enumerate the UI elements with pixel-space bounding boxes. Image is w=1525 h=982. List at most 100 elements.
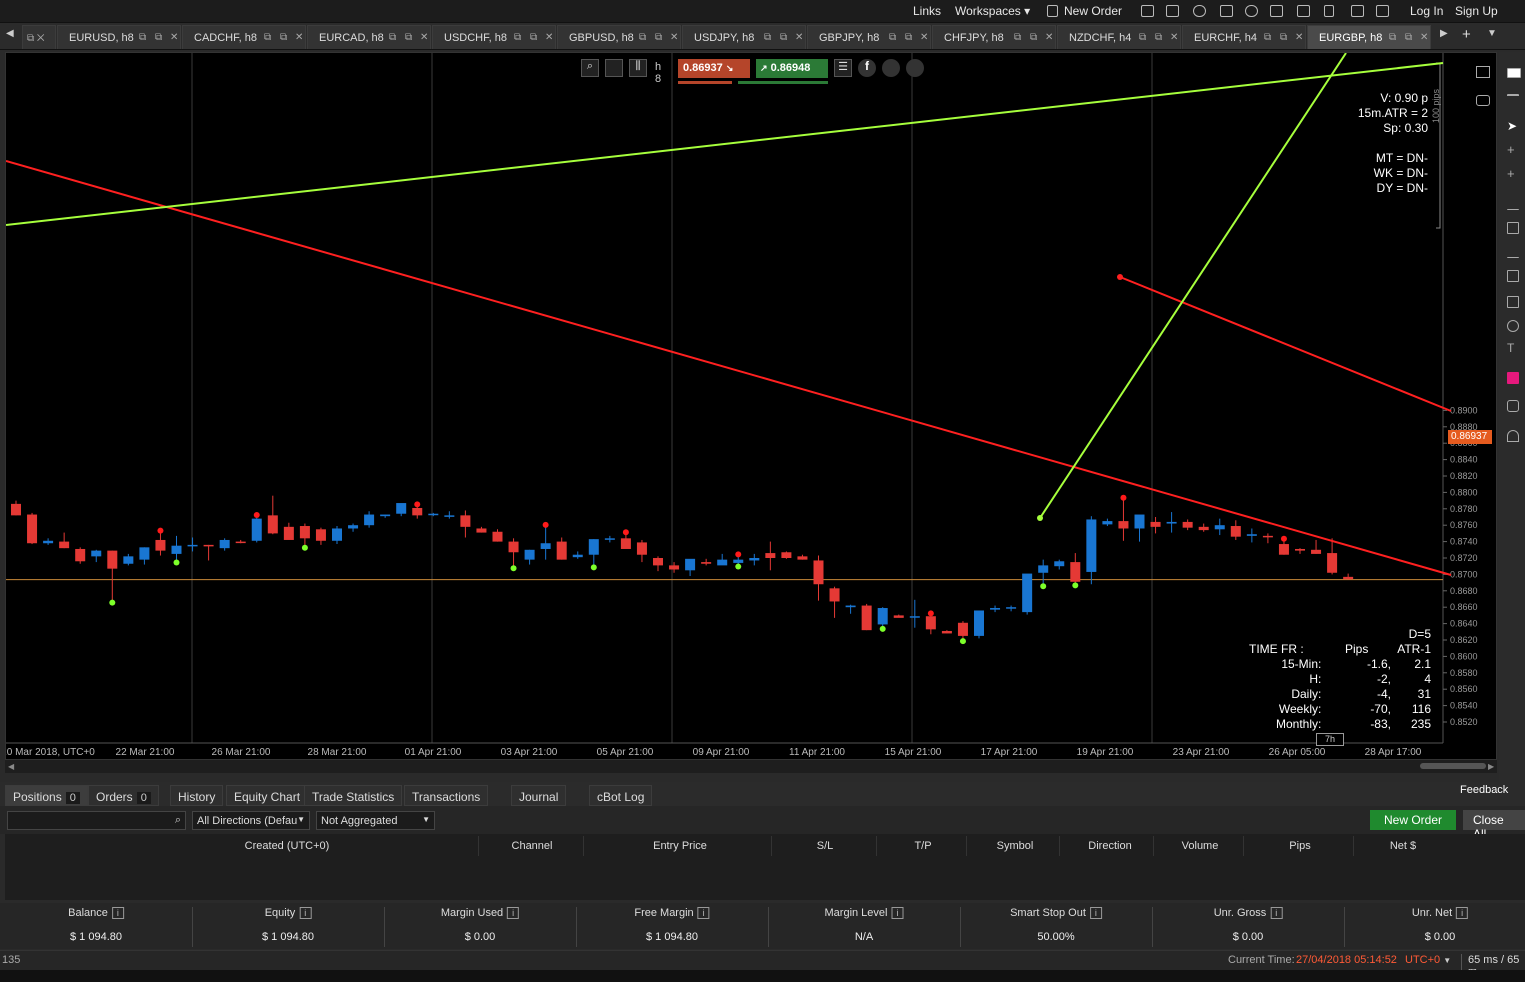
- color-tool-icon[interactable]: [1507, 372, 1519, 384]
- fullscreen-icon[interactable]: [1376, 5, 1389, 17]
- detach-tab-icon[interactable]: ⧉: [530, 32, 537, 43]
- scroll-thumb[interactable]: [1420, 763, 1486, 769]
- window-icon[interactable]: [1141, 5, 1154, 17]
- detach-tab-icon[interactable]: ⧉: [1280, 32, 1287, 43]
- login-link[interactable]: Log In: [1410, 4, 1443, 18]
- bottom-tab-trade-statistics[interactable]: Trade Statistics: [304, 785, 403, 806]
- detach-tab-icon[interactable]: ⧉: [405, 32, 412, 43]
- detach-tab-icon[interactable]: ⧉: [280, 32, 287, 43]
- crosshair-tool-icon[interactable]: +: [1507, 143, 1519, 156]
- info-icon[interactable]: i: [111, 907, 124, 919]
- cursor-tool-icon[interactable]: ➤: [1507, 120, 1519, 132]
- close-tab-icon[interactable]: ✕: [170, 32, 178, 43]
- popout-icon[interactable]: ⧉: [389, 32, 396, 43]
- add-tab-icon[interactable]: +: [1462, 26, 1471, 43]
- column-header[interactable]: Pips: [1289, 840, 1310, 852]
- zoom-icon[interactable]: ⌕: [581, 59, 599, 77]
- close-all-button[interactable]: Close All: [1463, 810, 1525, 841]
- links-menu[interactable]: Links: [913, 4, 941, 18]
- bottom-tab-equity-chart[interactable]: Equity Chart: [226, 785, 309, 806]
- video-icon[interactable]: [1166, 5, 1179, 17]
- ray-tool-icon[interactable]: [1507, 246, 1519, 258]
- detach-tab-icon[interactable]: ⧉: [1155, 32, 1162, 43]
- detach-tab-icon[interactable]: ⧉: [1030, 32, 1037, 43]
- info-icon[interactable]: i: [1456, 907, 1469, 919]
- buy-button[interactable]: ↗ 0.86948: [756, 59, 828, 78]
- tab-chfjpy[interactable]: CHFJPY, h8 ⧉ ⧉ ✕: [932, 25, 1056, 49]
- column-header[interactable]: Created (UTC+0): [245, 840, 330, 852]
- detach-tab-icon[interactable]: ⧉: [1405, 32, 1412, 43]
- close-tab-icon[interactable]: ✕: [420, 32, 428, 43]
- column-header[interactable]: S/L: [817, 840, 834, 852]
- alert-tool-icon[interactable]: [1507, 430, 1519, 442]
- tab-eurchf[interactable]: EURCHF, h4 ⧉ ⧉ ✕: [1182, 25, 1306, 49]
- detach-tab-icon[interactable]: ⧉: [905, 32, 912, 43]
- profile-icon[interactable]: [906, 59, 924, 77]
- tab-scroll-left-icon[interactable]: ◀: [6, 28, 14, 39]
- tab-eurusd[interactable]: EURUSD, h8 ⧉ ⧉ ✕: [57, 25, 181, 49]
- snapshot-tool-icon[interactable]: [1507, 400, 1519, 412]
- close-tab-icon[interactable]: ✕: [1420, 32, 1428, 43]
- tab-nzdchf[interactable]: NZDCHF, h4 ⧉ ⧉ ✕: [1057, 25, 1181, 49]
- timeframe-label[interactable]: h 8: [655, 61, 661, 85]
- tab-gbpusd[interactable]: GBPUSD, h8 ⧉ ⧉ ✕: [557, 25, 681, 49]
- close-tab-icon[interactable]: ✕: [295, 32, 303, 43]
- bottom-tab-history[interactable]: History: [170, 785, 224, 806]
- aggregation-select[interactable]: Not Aggregated ▼: [316, 811, 435, 830]
- tab-scroll-right-icon[interactable]: ▶: [1440, 28, 1448, 39]
- popout-icon[interactable]: ⧉: [1014, 32, 1021, 43]
- column-header[interactable]: Entry Price: [653, 840, 707, 852]
- info-icon[interactable]: i: [299, 907, 312, 919]
- chart-settings-icon[interactable]: [605, 59, 623, 77]
- info-icon[interactable]: i: [1089, 907, 1102, 919]
- mail-icon[interactable]: [1297, 5, 1310, 17]
- bottom-tab-positions[interactable]: Positions 0: [5, 785, 88, 806]
- candles-icon[interactable]: ⫼: [629, 59, 647, 77]
- bottom-tab-orders[interactable]: Orders 0: [88, 785, 159, 806]
- crosshair2-tool-icon[interactable]: +: [1507, 167, 1519, 180]
- tab-gbpjpy[interactable]: GBPJPY, h8 ⧉ ⧉ ✕: [807, 25, 931, 49]
- layout-icon[interactable]: [1351, 5, 1364, 17]
- close-tab-icon[interactable]: ✕: [670, 32, 678, 43]
- camera-icon[interactable]: [1476, 95, 1490, 106]
- detach-tab-icon[interactable]: ⧉: [155, 32, 162, 43]
- sound-icon[interactable]: [1324, 5, 1334, 17]
- popout-icon[interactable]: ⧉: [889, 32, 896, 43]
- close-tab-icon[interactable]: ✕: [545, 32, 553, 43]
- column-header[interactable]: Channel: [512, 840, 553, 852]
- column-header[interactable]: Volume: [1182, 840, 1219, 852]
- new-order-button[interactable]: New Order: [1370, 810, 1457, 830]
- popout-icon[interactable]: ⧉: [139, 32, 146, 43]
- popout-icon[interactable]: ⧉: [639, 32, 646, 43]
- close-tab-icon[interactable]: ✕: [1045, 32, 1053, 43]
- scroll-left-icon[interactable]: ◀: [8, 762, 14, 771]
- close-tab-icon[interactable]: ✕: [920, 32, 928, 43]
- bottom-tab-cbot-log[interactable]: cBot Log: [589, 785, 653, 806]
- feedback-button[interactable]: Feedback: [1460, 784, 1508, 796]
- timezone-select[interactable]: UTC+0 ▼: [1405, 954, 1451, 966]
- sell-button[interactable]: 0.86937 ↘: [678, 59, 750, 78]
- column-header[interactable]: T/P: [914, 840, 931, 852]
- column-header[interactable]: Symbol: [997, 840, 1034, 852]
- popout-icon[interactable]: ⧉: [514, 32, 521, 43]
- popout-icon[interactable]: ⧉: [764, 32, 771, 43]
- popout-icon[interactable]: ⧉: [264, 32, 271, 43]
- info-icon[interactable]: i: [507, 907, 520, 919]
- rectangle-tool-icon[interactable]: [1507, 296, 1519, 308]
- popout-icon[interactable]: ⧉: [1139, 32, 1146, 43]
- detach-tab-icon[interactable]: ⧉: [655, 32, 662, 43]
- close-tab-icon[interactable]: ✕: [795, 32, 803, 43]
- calculator-icon[interactable]: [1270, 5, 1283, 17]
- info-icon[interactable]: i: [891, 907, 904, 919]
- trendline-tool-icon[interactable]: [1507, 198, 1519, 210]
- price-chart[interactable]: 0.89000.88800.88600.88400.88200.88000.87…: [1, 52, 1497, 760]
- chart-type-icon[interactable]: [1220, 5, 1233, 17]
- chart-horizontal-scrollbar[interactable]: ◀ ▶: [5, 760, 1497, 773]
- menu-tool-icon[interactable]: [1507, 94, 1519, 100]
- tab-usdjpy[interactable]: USDJPY, h8 ⧉ ⧉ ✕: [682, 25, 806, 49]
- tab-eurgbp[interactable]: EURGBP, h8 ⧉ ⧉ ✕: [1307, 25, 1431, 49]
- tab-cadchf[interactable]: CADCHF, h8 ⧉ ⧉ ✕: [182, 25, 306, 49]
- close-tab-icon[interactable]: ✕: [1170, 32, 1178, 43]
- popout-icon[interactable]: ⧉: [1264, 32, 1271, 43]
- bottom-tab-journal[interactable]: Journal: [511, 785, 567, 806]
